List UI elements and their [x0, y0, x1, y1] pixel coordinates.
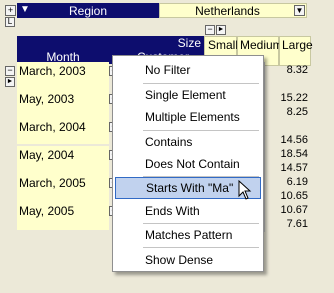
month-label: March, 2004	[19, 120, 86, 134]
month-cell[interactable]: May, 2004	[17, 146, 109, 174]
menu-item-multiple-elements[interactable]: Multiple Elements	[113, 106, 263, 128]
filter-menu: No Filter Single Element Multiple Elemen…	[112, 55, 264, 272]
value-cell: 8.25	[286, 106, 308, 118]
size-header[interactable]: Size	[17, 36, 204, 50]
month-label: May, 2004	[19, 148, 75, 162]
region-value-dropdown[interactable]: Netherlands ▼	[159, 3, 307, 18]
col-medium-label: Medium	[240, 38, 283, 52]
cursor-icon	[238, 180, 252, 200]
value-cell: 18.54	[280, 148, 308, 160]
month-cell[interactable]: May, 2003	[17, 90, 109, 118]
region-header[interactable]: ▼ Region	[17, 3, 159, 18]
value-cell: 15.22	[280, 92, 308, 104]
col-large-label: Large	[282, 38, 313, 52]
col-small-label: Small	[208, 38, 239, 52]
menu-separator	[143, 247, 259, 248]
region-value: Netherlands	[195, 4, 260, 18]
menu-item-single-element[interactable]: Single Element	[113, 84, 263, 106]
value-cell: 14.57	[280, 162, 308, 174]
month-cell[interactable]: March, 2004	[17, 118, 109, 144]
collapse-size-button[interactable]: −	[205, 25, 215, 35]
value-cell: 8.32	[286, 64, 308, 76]
value-cell: 6.19	[286, 176, 308, 188]
expand-all-button[interactable]: +	[5, 5, 16, 16]
value-cell: 7.61	[286, 218, 308, 230]
value-cell: 10.65	[280, 190, 308, 202]
large-values-column: 8.32 15.22 8.25 14.56 18.54 14.57 6.19 1…	[264, 62, 311, 232]
menu-item-show-dense[interactable]: Show Dense	[113, 249, 263, 271]
region-label: Region	[68, 4, 108, 18]
value-cell: 10.67	[280, 204, 308, 216]
month-label: May, 2005	[19, 204, 75, 218]
menu-item-matches-pattern[interactable]: Matches Pattern	[113, 224, 263, 246]
month-cell[interactable]: May, 2005	[17, 202, 109, 230]
layout-button[interactable]: L	[5, 17, 15, 27]
menu-item-does-not-contain[interactable]: Does Not Contain	[113, 153, 263, 175]
menu-item-no-filter[interactable]: No Filter	[113, 59, 263, 81]
collapse-month-button[interactable]: −	[5, 66, 15, 76]
month-cell[interactable]: March, 2003	[17, 62, 109, 90]
month-label: March, 2003	[19, 64, 86, 78]
chevron-down-icon[interactable]: ▼	[294, 5, 305, 16]
month-cell[interactable]: March, 2005	[17, 174, 109, 202]
expand-month-button[interactable]: ►	[5, 77, 15, 87]
size-label: Size	[177, 36, 201, 50]
month-label: March, 2005	[19, 176, 86, 190]
menu-item-contains[interactable]: Contains	[113, 131, 263, 153]
menu-item-ends-with[interactable]: Ends With	[113, 200, 263, 222]
month-label: May, 2003	[19, 92, 75, 106]
value-cell: 14.56	[280, 134, 308, 146]
expand-size-button[interactable]: ►	[216, 25, 226, 35]
